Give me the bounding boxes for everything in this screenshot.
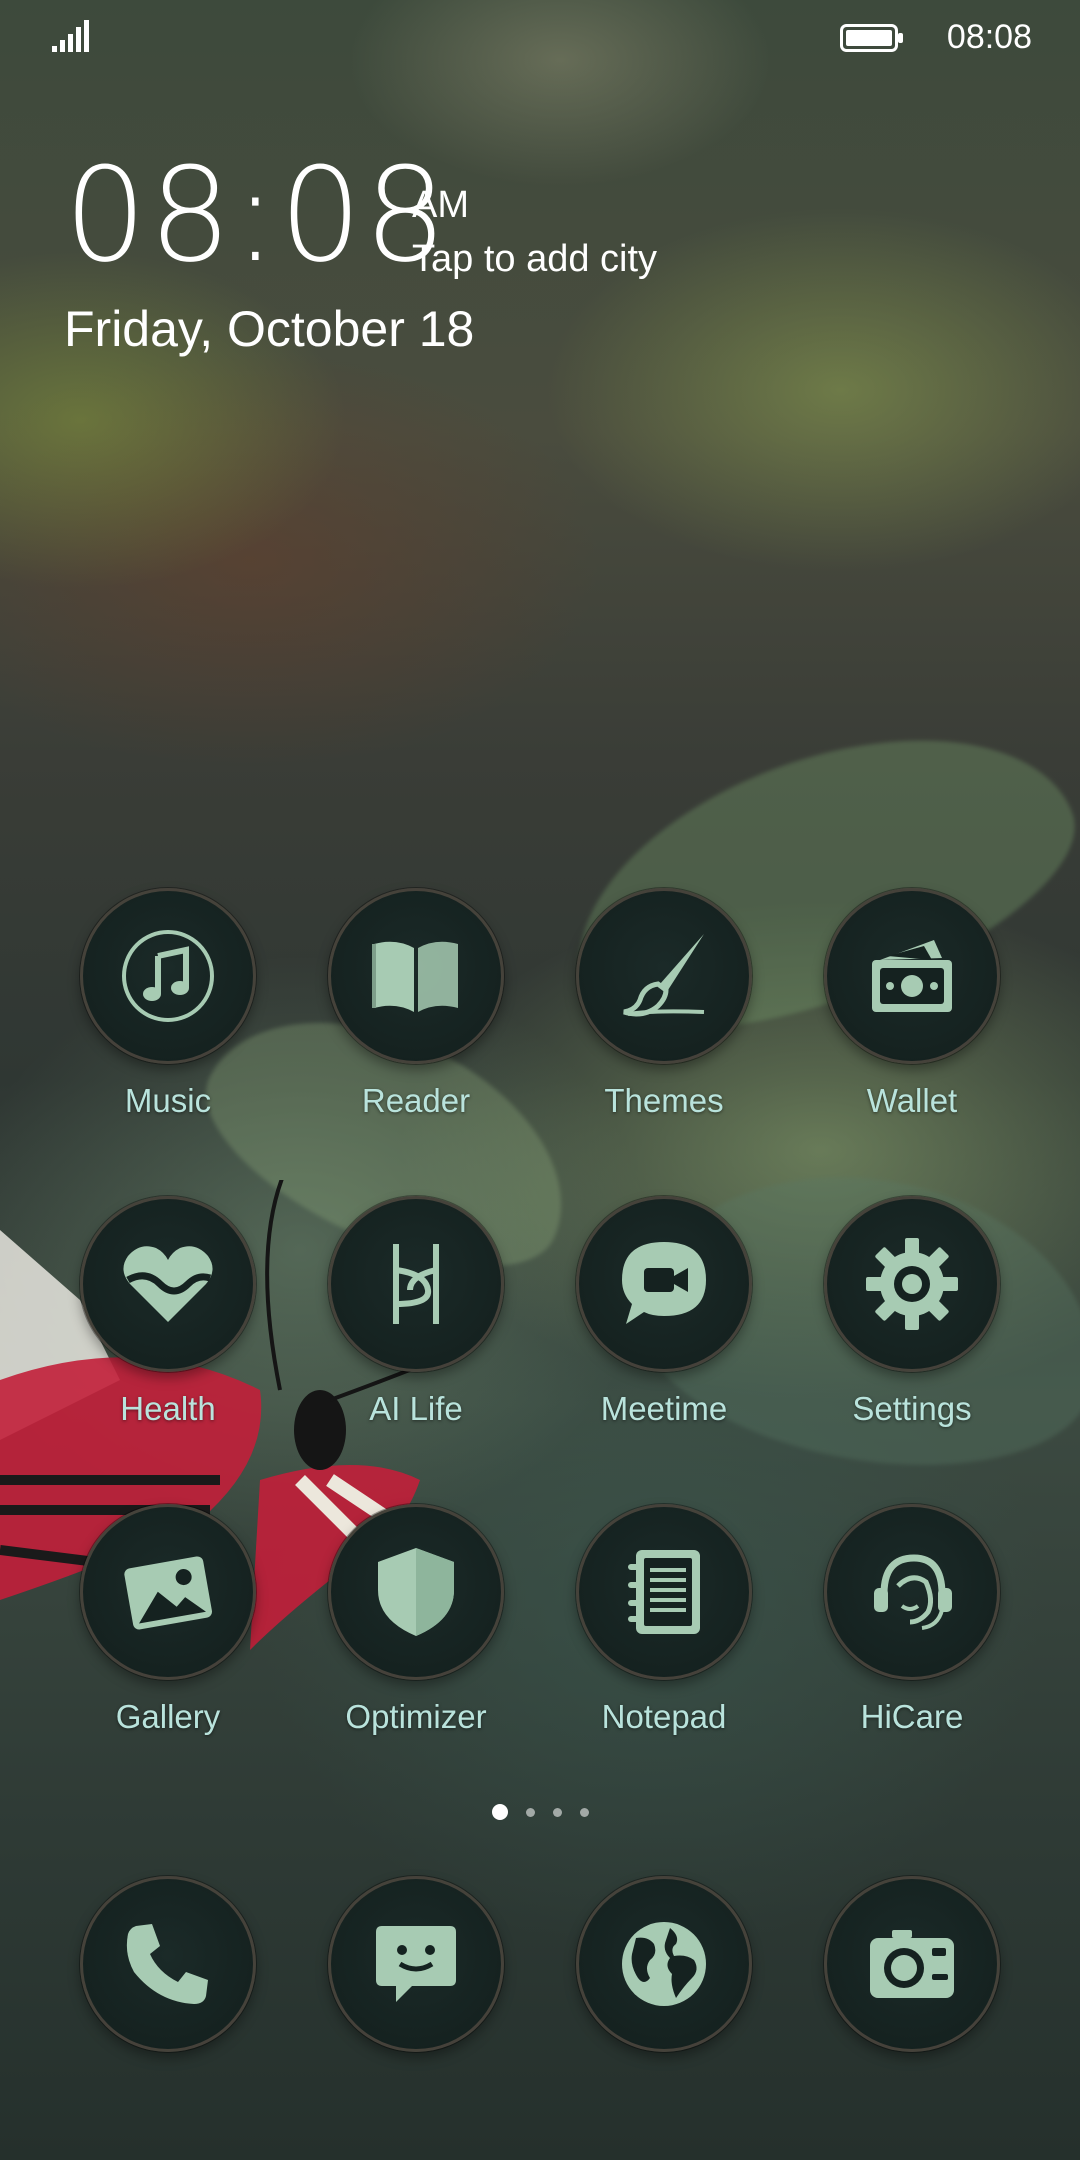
clock-date: Friday, October 18 (64, 301, 475, 357)
paintbrush-icon (623, 934, 705, 1017)
app-icon-tile[interactable] (328, 1196, 504, 1372)
app-label: Health (120, 1390, 216, 1427)
app-label: Notepad (601, 1698, 727, 1735)
home-screen: 08:08 08:08 AM Tap to add city Friday, O… (0, 0, 1080, 2160)
music-icon (122, 930, 214, 1022)
app-notepad[interactable]: Notepad (540, 1504, 788, 1736)
book-icon (372, 941, 458, 1012)
app-icon-tile[interactable] (576, 888, 752, 1064)
dock-camera[interactable] (788, 1876, 1036, 2052)
camera-icon (870, 1930, 954, 1998)
app-icon-tile[interactable] (80, 1196, 256, 1372)
app-icon-tile[interactable] (824, 1196, 1000, 1372)
app-label: Settings (852, 1390, 972, 1427)
app-icon-tile[interactable] (80, 1504, 256, 1680)
app-label: Wallet (866, 1082, 958, 1119)
dock-browser[interactable] (540, 1876, 788, 2052)
gear-icon (866, 1238, 958, 1330)
dock-messages[interactable] (292, 1876, 540, 2052)
app-icon-tile[interactable] (576, 1504, 752, 1680)
page-dot[interactable] (525, 1807, 535, 1817)
dock-phone[interactable] (44, 1876, 292, 2052)
status-bar: 08:08 (0, 0, 1080, 76)
headset-icon (874, 1554, 952, 1630)
app-icon-tile[interactable] (328, 1876, 504, 2052)
app-settings[interactable]: Settings (788, 1196, 1036, 1428)
picture-icon (124, 1556, 212, 1630)
battery-icon (840, 24, 903, 52)
phone-icon (126, 1924, 208, 2004)
app-icon-tile[interactable] (576, 1196, 752, 1372)
clock-ampm: AM (412, 184, 469, 226)
heart-icon (123, 1246, 213, 1322)
clock-time: 08:08 (64, 139, 449, 291)
app-wallet[interactable]: Wallet (788, 888, 1036, 1120)
wallet-icon (872, 940, 952, 1012)
shield-icon (378, 1548, 454, 1636)
app-icon-tile[interactable] (824, 1504, 1000, 1680)
app-label: AI Life (369, 1390, 463, 1427)
video-chat-icon (622, 1242, 706, 1324)
app-label: Themes (604, 1082, 724, 1119)
app-icon-tile[interactable] (80, 888, 256, 1064)
app-icon-tile[interactable] (328, 888, 504, 1064)
globe-icon (622, 1922, 706, 2006)
notepad-icon (628, 1550, 700, 1634)
app-music[interactable]: Music (44, 888, 292, 1120)
app-label: Reader (361, 1082, 471, 1119)
app-label: Gallery (115, 1698, 221, 1735)
page-dot-active[interactable] (491, 1804, 508, 1820)
signal-icon (52, 20, 89, 52)
app-optimizer[interactable]: Optimizer (292, 1504, 540, 1736)
app-icon-tile[interactable] (80, 1876, 256, 2052)
add-city-link[interactable]: Tap to add city (412, 238, 657, 281)
message-icon (376, 1926, 456, 2002)
app-icon-tile[interactable] (328, 1504, 504, 1680)
page-dot[interactable] (552, 1807, 562, 1817)
app-gallery[interactable]: Gallery (44, 1504, 292, 1736)
app-label: Music (124, 1082, 212, 1119)
app-meetime[interactable]: Meetime (540, 1196, 788, 1428)
page-dot[interactable] (579, 1807, 589, 1817)
app-hicare[interactable]: HiCare (788, 1504, 1036, 1736)
app-icon-tile[interactable] (824, 888, 1000, 1064)
page-indicator[interactable] (0, 1804, 1080, 1820)
app-icon-tile[interactable] (824, 1876, 1000, 2052)
app-themes[interactable]: Themes (540, 888, 788, 1120)
app-label: HiCare (860, 1698, 964, 1735)
status-time: 08:08 (946, 18, 1032, 56)
app-label: Meetime (600, 1390, 728, 1427)
app-label: Optimizer (345, 1698, 487, 1735)
app-ai-life[interactable]: AI Life (292, 1196, 540, 1428)
app-reader[interactable]: Reader (292, 888, 540, 1120)
ai-life-icon (393, 1244, 439, 1324)
app-icon-tile[interactable] (576, 1876, 752, 2052)
app-health[interactable]: Health (44, 1196, 292, 1428)
